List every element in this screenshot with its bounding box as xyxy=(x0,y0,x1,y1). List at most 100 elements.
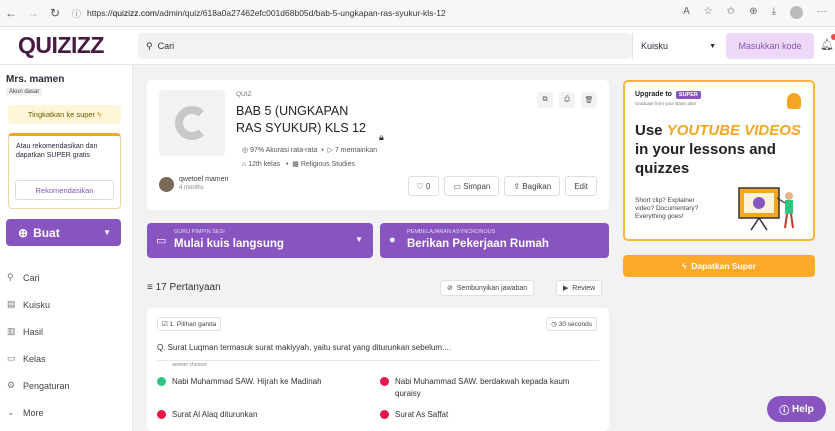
quizizz-placeholder-icon xyxy=(175,106,209,140)
subject-icon: ▦ xyxy=(292,161,299,168)
play-icon: ▶ xyxy=(563,285,569,292)
favorites-icon[interactable]: ✩ xyxy=(727,6,735,19)
address-bar[interactable]: ⓘ https://quizizz.com/admin/quiz/618a0a2… xyxy=(72,7,446,20)
answer-option: Nabi Muhammad SAW. Hijrah ke Madinah xyxy=(157,376,367,388)
answer-text: Nabi Muhammad SAW. berdakwah kepada kaum… xyxy=(395,377,570,398)
homework-title: Berikan Pekerjaan Rumah xyxy=(407,238,549,250)
sidebar: Mrs. mamen Akun dasar Tingkatkan ke supe… xyxy=(0,65,133,431)
question-count-label: 17 Pertanyaan xyxy=(155,282,221,293)
back-icon[interactable]: ← xyxy=(0,6,22,20)
profile-icon[interactable] xyxy=(790,6,803,19)
eye-off-icon: ⊘ xyxy=(447,285,453,292)
sidebar-item-library[interactable]: ▤ Kuisku xyxy=(7,299,50,310)
get-super-label: Dapatkan Super xyxy=(691,261,756,271)
notification-bell-icon[interactable]: 🔔︎ xyxy=(820,34,835,51)
promo-headline: Use YOUTUBE VIDEOS in your lessons and q… xyxy=(635,121,815,178)
like-count: 0 xyxy=(425,181,431,191)
create-label: Buat xyxy=(33,225,60,240)
share-button[interactable]: ⇪ Bagikan xyxy=(504,176,561,196)
lock-icon: 🔒︎ xyxy=(379,132,384,142)
sidebar-item-reports[interactable]: ▥ Hasil xyxy=(7,326,43,337)
hide-answers-button[interactable]: ⊘ Sembunyikan jawaban xyxy=(440,280,535,296)
create-button[interactable]: ⊕ Buat ▼ xyxy=(6,219,121,246)
subject-text: Religious Studies xyxy=(300,161,355,168)
answer-option: Surat As Saffat xyxy=(380,409,595,421)
super-promo-card[interactable]: Upgrade to SUPER Graduate from your Basi… xyxy=(623,80,815,241)
get-super-button[interactable]: ϟ Dapatkan Super xyxy=(623,255,815,277)
forward-icon[interactable]: → xyxy=(22,6,44,20)
sidebar-item-label: Cari xyxy=(23,272,40,283)
sidebar-item-classes[interactable]: ▭ Kelas xyxy=(7,353,46,364)
accuracy-icon: ◎ xyxy=(242,147,249,154)
bolt-icon: ϟ xyxy=(682,261,687,271)
quiz-tags: ⌂ 12th kelas • ▦ Religious Studies xyxy=(242,161,355,168)
user-name: Mrs. mamen xyxy=(6,74,65,85)
incorrect-dot-icon xyxy=(157,410,166,419)
account-type-badge: Akun dasar xyxy=(6,88,43,96)
answer-text: Surat As Saffat xyxy=(395,410,449,419)
question-card: ☑ 1. Pilihan ganda ◷ 30 seconds Q. Surat… xyxy=(147,308,609,431)
url-host: quizizz.com xyxy=(112,8,157,18)
more-icon[interactable]: ··· xyxy=(817,6,827,19)
review-button[interactable]: ▶ Review xyxy=(556,280,603,296)
timer-icon: ◷ xyxy=(551,321,557,328)
plus-circle-icon: ⊕ xyxy=(18,225,29,240)
sidebar-item-search[interactable]: ⚲ Cari xyxy=(7,272,40,283)
quiz-thumbnail xyxy=(159,90,225,156)
answer-text: Nabi Muhammad SAW. Hijrah ke Madinah xyxy=(172,377,322,386)
incorrect-dot-icon xyxy=(380,377,389,386)
play-icon: ▷ xyxy=(327,147,333,154)
question-type-label: 1. Pilihan ganda xyxy=(169,321,217,328)
notification-dot xyxy=(830,34,835,40)
save-label: Simpan xyxy=(463,181,491,191)
save-button[interactable]: ▭ Simpan xyxy=(444,176,500,196)
sidebar-item-more[interactable]: ⌄ More xyxy=(7,407,44,418)
divider xyxy=(157,360,599,361)
homework-subtitle: PEMBELAJARAN ASYNCRONOUS xyxy=(407,229,496,235)
upgrade-to-label: Upgrade to xyxy=(635,91,672,98)
upgrade-super-button[interactable]: Tingkatkan ke super ϟ xyxy=(8,105,121,124)
teacher-illustration xyxy=(738,187,794,231)
enter-code-button[interactable]: Masukkan kode xyxy=(726,33,814,59)
download-icon[interactable]: ⤓ xyxy=(772,6,776,19)
question-time-badge: ◷ 30 seconds xyxy=(546,317,597,331)
lightbulb-icon xyxy=(787,93,801,109)
favorite-icon[interactable]: ☆ xyxy=(704,6,713,19)
quiz-info-card: QUIZ BAB 5 (UNGKAPAN RAS SYUKUR) KLS 12 … xyxy=(147,80,609,210)
sidebar-item-label: Kuisku xyxy=(23,299,51,310)
browser-toolbar: ← → ↻ ⓘ https://quizizz.com/admin/quiz/6… xyxy=(0,0,835,27)
recommend-button[interactable]: Rekomendasikan xyxy=(15,180,114,200)
quiz-author[interactable]: qwetoel mamen 4 months xyxy=(159,176,228,192)
search-input[interactable]: ⚲ Cari xyxy=(138,33,632,59)
upgrade-label: Tingkatkan ke super xyxy=(27,110,96,119)
delete-icon[interactable]: 🗑︎ xyxy=(581,92,597,108)
folder-icon: ▭ xyxy=(453,181,461,191)
author-time: 4 months xyxy=(179,185,204,191)
search-icon: ⚲ xyxy=(7,272,14,282)
answer-option: Surat Al Alaq diturunkan xyxy=(157,409,367,421)
quiz-title: BAB 5 (UNGKAPAN RAS SYUKUR) KLS 12 xyxy=(236,104,366,135)
copy-icon[interactable]: ⧉ xyxy=(537,92,553,108)
help-button[interactable]: ⓘ Help xyxy=(767,396,826,422)
like-button[interactable]: ♡ 0 xyxy=(407,176,440,196)
incorrect-dot-icon xyxy=(380,410,389,419)
sidebar-item-settings[interactable]: ⚙ Pengaturan xyxy=(7,380,70,391)
chevron-down-icon[interactable]: ▼ xyxy=(355,235,363,244)
assign-homework-button[interactable]: ● PEMBELAJARAN ASYNCRONOUS Berikan Peker… xyxy=(380,223,609,258)
start-live-quiz-button[interactable]: ▭ GURU PIMPIN SESI Mulai kuis langsung ▼ xyxy=(147,223,373,258)
upgrade-heading: Upgrade to SUPER xyxy=(635,91,701,99)
recommend-text: Atau rekomendasikan dan dapatkan SUPER g… xyxy=(16,143,98,159)
sidebar-item-label: Kelas xyxy=(23,353,46,364)
refresh-icon[interactable]: ↻ xyxy=(44,6,66,20)
collections-icon[interactable]: ⊕ xyxy=(749,6,757,19)
print-icon[interactable]: ⎙ xyxy=(559,92,575,108)
super-badge: SUPER xyxy=(675,91,701,99)
edit-button[interactable]: Edit xyxy=(565,176,597,196)
my-library-dropdown[interactable]: Kuisku ▼ xyxy=(632,33,724,59)
chevron-down-icon: ▼ xyxy=(709,42,716,50)
avatar xyxy=(159,176,174,192)
sidebar-item-label: Pengaturan xyxy=(23,380,70,391)
read-aloud-icon[interactable]: A xyxy=(683,6,690,19)
class-icon: ▭ xyxy=(7,353,16,363)
quizizz-logo[interactable]: QUIZIZZ xyxy=(18,32,104,59)
